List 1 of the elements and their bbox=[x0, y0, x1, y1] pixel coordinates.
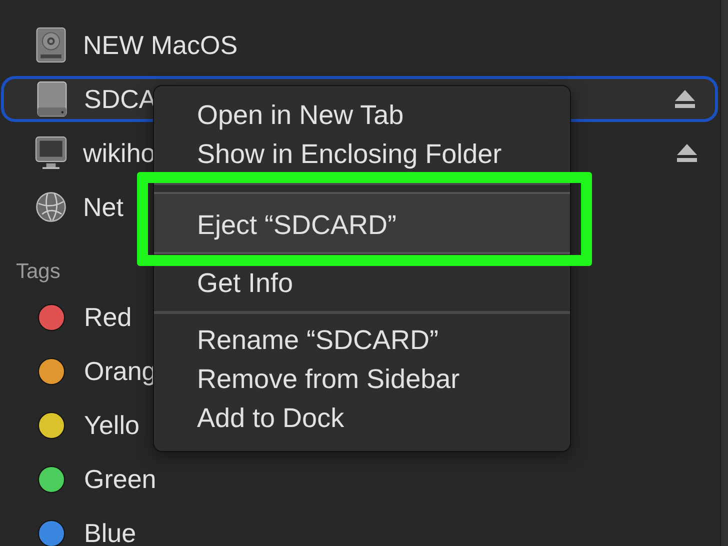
section-header: Tags bbox=[15, 259, 60, 285]
